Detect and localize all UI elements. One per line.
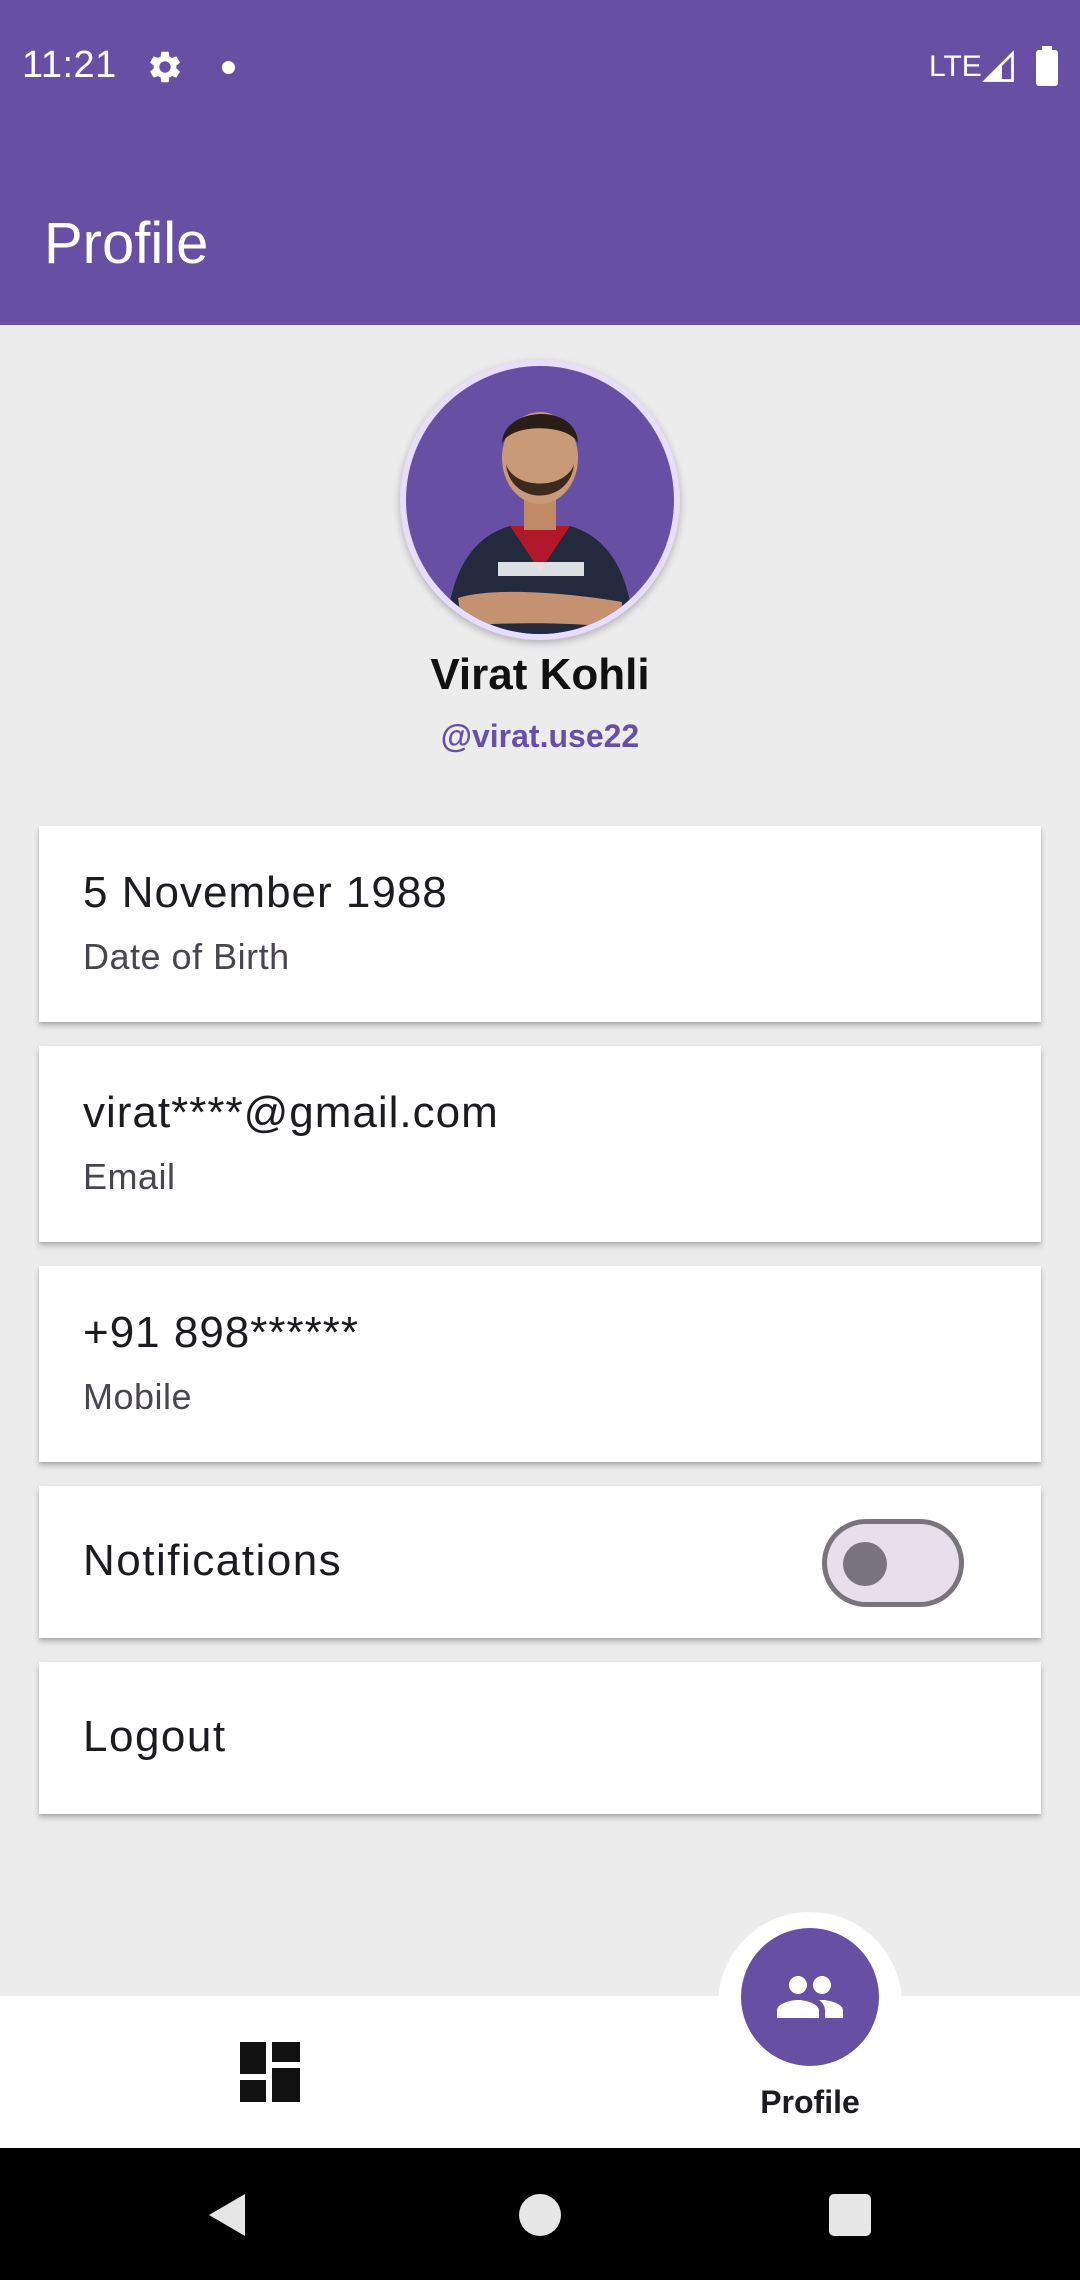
email-label: Email	[83, 1156, 176, 1197]
notifications-card: Notifications	[39, 1486, 1041, 1638]
profile-handle: @virat.use22	[440, 718, 640, 754]
email-value: virat****@gmail.com	[83, 1088, 499, 1137]
dashboard-icon	[240, 2042, 300, 2102]
bottom-navigation	[0, 1996, 1080, 2148]
system-navigation-bar	[0, 2148, 1080, 2280]
profile-name: Virat Kohli	[430, 650, 650, 699]
status-time: 11:21	[22, 44, 117, 86]
email-card[interactable]: virat****@gmail.com Email	[39, 1046, 1041, 1242]
battery-icon	[1036, 46, 1058, 86]
notification-dot-icon	[222, 61, 235, 74]
status-bar: 11:21 LTE	[0, 0, 1080, 135]
mobile-label: Mobile	[83, 1376, 193, 1417]
page-title: Profile	[44, 211, 209, 276]
settings-gear-icon	[150, 51, 180, 83]
dob-value: 5 November 1988	[83, 868, 448, 917]
dob-card[interactable]: 5 November 1988 Date of Birth	[39, 826, 1041, 1022]
recents-icon[interactable]	[829, 2194, 871, 2236]
back-icon[interactable]	[205, 2192, 247, 2238]
mobile-card[interactable]: +91 898****** Mobile	[39, 1266, 1041, 1462]
nav-profile-label[interactable]: Profile	[700, 2084, 920, 2121]
avatar[interactable]	[400, 360, 680, 640]
signal-icon	[982, 50, 1014, 82]
profile-photo	[406, 366, 674, 634]
app-header: 11:21 LTE Profile	[0, 0, 1080, 325]
logout-card[interactable]: Logout	[39, 1662, 1041, 1814]
notifications-toggle[interactable]	[822, 1519, 964, 1607]
home-icon[interactable]	[519, 2194, 561, 2236]
toggle-thumb	[843, 1542, 887, 1586]
nav-item-profile[interactable]	[741, 1928, 879, 2066]
notifications-label: Notifications	[83, 1536, 343, 1585]
logout-label: Logout	[83, 1712, 227, 1761]
people-icon	[777, 1976, 843, 2018]
network-type: LTE	[929, 50, 982, 83]
person-portrait-icon	[446, 412, 634, 634]
mobile-value: +91 898******	[83, 1308, 360, 1357]
nav-item-dashboard[interactable]	[196, 2002, 344, 2146]
dob-label: Date of Birth	[83, 936, 290, 977]
